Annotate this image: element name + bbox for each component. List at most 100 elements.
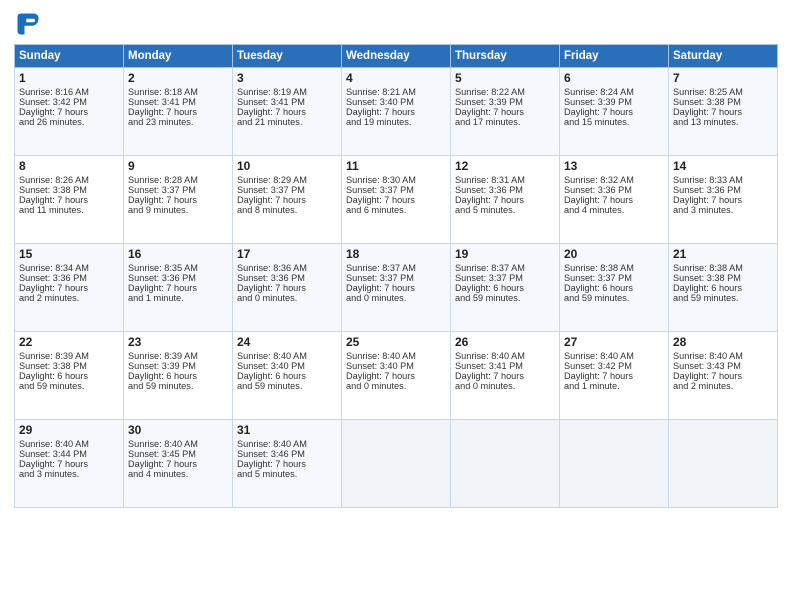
- day-header-monday: Monday: [124, 45, 233, 68]
- cell-line: Sunrise: 8:39 AM: [128, 351, 228, 361]
- cell-line: and 9 minutes.: [128, 205, 228, 215]
- cell-line: and 15 minutes.: [564, 117, 664, 127]
- cell-line: Sunrise: 8:31 AM: [455, 175, 555, 185]
- cell-line: Daylight: 7 hours: [455, 195, 555, 205]
- day-number: 3: [237, 71, 337, 85]
- day-number: 7: [673, 71, 773, 85]
- calendar-cell: [342, 420, 451, 508]
- cell-line: Daylight: 7 hours: [19, 283, 119, 293]
- cell-line: Sunset: 3:39 PM: [128, 361, 228, 371]
- calendar-cell: [560, 420, 669, 508]
- cell-line: Daylight: 7 hours: [237, 107, 337, 117]
- page: SundayMondayTuesdayWednesdayThursdayFrid…: [0, 0, 792, 612]
- calendar-cell: 6Sunrise: 8:24 AMSunset: 3:39 PMDaylight…: [560, 68, 669, 156]
- day-number: 18: [346, 247, 446, 261]
- cell-line: Daylight: 7 hours: [128, 107, 228, 117]
- cell-line: Sunset: 3:37 PM: [346, 185, 446, 195]
- cell-line: Daylight: 6 hours: [455, 283, 555, 293]
- cell-line: and 0 minutes.: [346, 293, 446, 303]
- cell-line: Sunset: 3:37 PM: [564, 273, 664, 283]
- cell-line: Sunrise: 8:37 AM: [455, 263, 555, 273]
- calendar-cell: 12 Sunrise: 8:31 AMSunset: 3:36 PMDayligh…: [451, 156, 560, 244]
- calendar-table: SundayMondayTuesdayWednesdayThursdayFrid…: [14, 44, 778, 508]
- calendar-cell: 1Sunrise: 8:16 AMSunset: 3:42 PMDaylight…: [15, 68, 124, 156]
- calendar-cell: 29Sunrise: 8:40 AMSunset: 3:44 PMDayligh…: [15, 420, 124, 508]
- cell-line: and 1 minute.: [128, 293, 228, 303]
- week-row-0: 1Sunrise: 8:16 AMSunset: 3:42 PMDaylight…: [15, 68, 778, 156]
- calendar-cell: 22Sunrise: 8:39 AMSunset: 3:38 PMDayligh…: [15, 332, 124, 420]
- day-number: 27: [564, 335, 664, 349]
- logo-icon: [14, 10, 42, 38]
- week-row-4: 29Sunrise: 8:40 AMSunset: 3:44 PMDayligh…: [15, 420, 778, 508]
- cell-line: Sunset: 3:45 PM: [128, 449, 228, 459]
- cell-line: and 0 minutes.: [346, 381, 446, 391]
- cell-line: Sunset: 3:36 PM: [455, 185, 555, 195]
- cell-line: Daylight: 6 hours: [19, 371, 119, 381]
- cell-line: Sunrise: 8:16 AM: [19, 87, 119, 97]
- day-number: 6: [564, 71, 664, 85]
- cell-line: Daylight: 7 hours: [673, 195, 773, 205]
- calendar-cell: 18Sunrise: 8:37 AMSunset: 3:37 PMDayligh…: [342, 244, 451, 332]
- day-number: 1: [19, 71, 119, 85]
- calendar-cell: 31Sunrise: 8:40 AMSunset: 3:46 PMDayligh…: [233, 420, 342, 508]
- calendar-cell: 7Sunrise: 8:25 AMSunset: 3:38 PMDaylight…: [669, 68, 778, 156]
- day-header-friday: Friday: [560, 45, 669, 68]
- cell-line: Daylight: 7 hours: [128, 283, 228, 293]
- cell-line: and 1 minute.: [564, 381, 664, 391]
- cell-line: Sunset: 3:36 PM: [564, 185, 664, 195]
- cell-line: Sunset: 3:46 PM: [237, 449, 337, 459]
- cell-line: Sunrise: 8:40 AM: [19, 439, 119, 449]
- cell-line: Sunrise: 8:32 AM: [564, 175, 664, 185]
- calendar-cell: 17Sunrise: 8:36 AMSunset: 3:36 PMDayligh…: [233, 244, 342, 332]
- day-number: 24: [237, 335, 337, 349]
- cell-line: Sunset: 3:40 PM: [237, 361, 337, 371]
- cell-line: Sunrise: 8:40 AM: [346, 351, 446, 361]
- calendar-cell: 4Sunrise: 8:21 AMSunset: 3:40 PMDaylight…: [342, 68, 451, 156]
- cell-line: and 59 minutes.: [237, 381, 337, 391]
- cell-line: Daylight: 7 hours: [237, 195, 337, 205]
- week-row-1: 8Sunrise: 8:26 AMSunset: 3:38 PMDaylight…: [15, 156, 778, 244]
- day-number: 2: [128, 71, 228, 85]
- day-number: 28: [673, 335, 773, 349]
- cell-line: and 5 minutes.: [455, 205, 555, 215]
- calendar-cell: 23Sunrise: 8:39 AMSunset: 3:39 PMDayligh…: [124, 332, 233, 420]
- cell-line: Sunset: 3:37 PM: [128, 185, 228, 195]
- day-number: 25: [346, 335, 446, 349]
- cell-line: and 2 minutes.: [673, 381, 773, 391]
- calendar-cell: 5Sunrise: 8:22 AMSunset: 3:39 PMDaylight…: [451, 68, 560, 156]
- cell-line: Sunset: 3:38 PM: [673, 273, 773, 283]
- day-number: 12: [455, 159, 555, 173]
- day-number: 16: [128, 247, 228, 261]
- cell-line: and 59 minutes.: [455, 293, 555, 303]
- calendar-cell: 15Sunrise: 8:34 AMSunset: 3:36 PMDayligh…: [15, 244, 124, 332]
- cell-line: and 59 minutes.: [19, 381, 119, 391]
- calendar-cell: 14Sunrise: 8:33 AMSunset: 3:36 PMDayligh…: [669, 156, 778, 244]
- calendar-cell: [669, 420, 778, 508]
- cell-line: Sunrise: 8:40 AM: [673, 351, 773, 361]
- cell-line: Sunset: 3:36 PM: [237, 273, 337, 283]
- cell-line: Sunset: 3:41 PM: [237, 97, 337, 107]
- cell-line: and 3 minutes.: [19, 469, 119, 479]
- day-number: 29: [19, 423, 119, 437]
- day-header-sunday: Sunday: [15, 45, 124, 68]
- cell-line: Sunrise: 8:25 AM: [673, 87, 773, 97]
- calendar-cell: 3Sunrise: 8:19 AMSunset: 3:41 PMDaylight…: [233, 68, 342, 156]
- calendar-cell: [451, 420, 560, 508]
- calendar-cell: 20Sunrise: 8:38 AMSunset: 3:37 PMDayligh…: [560, 244, 669, 332]
- cell-line: Daylight: 7 hours: [564, 371, 664, 381]
- cell-line: Sunset: 3:42 PM: [564, 361, 664, 371]
- day-number: 11: [346, 159, 446, 173]
- cell-line: and 0 minutes.: [237, 293, 337, 303]
- cell-line: and 8 minutes.: [237, 205, 337, 215]
- calendar-cell: 21Sunrise: 8:38 AMSunset: 3:38 PMDayligh…: [669, 244, 778, 332]
- cell-line: Daylight: 6 hours: [564, 283, 664, 293]
- day-number: 20: [564, 247, 664, 261]
- day-number: 26: [455, 335, 555, 349]
- calendar-cell: 13Sunrise: 8:32 AMSunset: 3:36 PMDayligh…: [560, 156, 669, 244]
- cell-line: Sunrise: 8:36 AM: [237, 263, 337, 273]
- cell-line: Sunrise: 8:29 AM: [237, 175, 337, 185]
- cell-line: Sunrise: 8:40 AM: [237, 439, 337, 449]
- cell-line: Daylight: 7 hours: [673, 107, 773, 117]
- cell-line: Sunrise: 8:39 AM: [19, 351, 119, 361]
- calendar-cell: 24Sunrise: 8:40 AMSunset: 3:40 PMDayligh…: [233, 332, 342, 420]
